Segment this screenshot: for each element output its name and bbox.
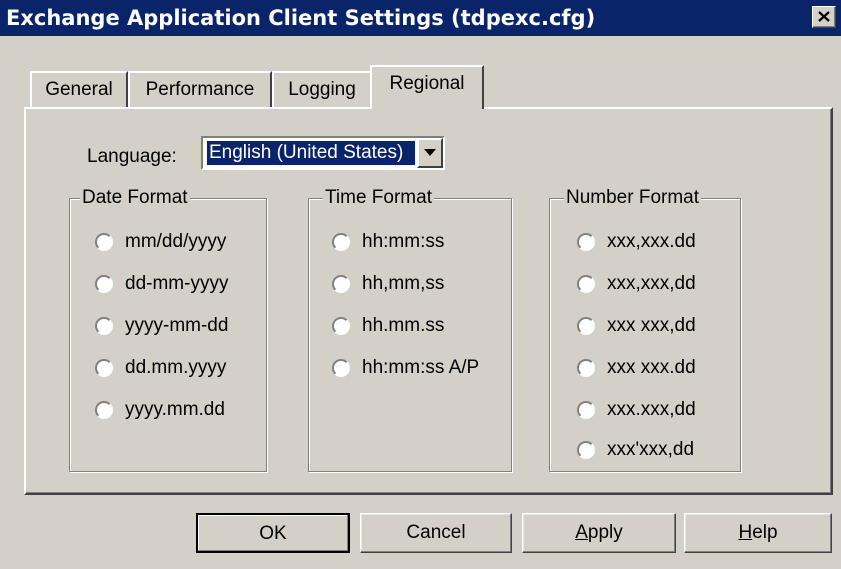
radio-label: xxx xxx,dd <box>607 315 696 336</box>
apply-mnemonic: A <box>575 522 588 543</box>
radio-button[interactable] <box>577 441 595 459</box>
radio-button[interactable] <box>577 359 595 377</box>
radio-label: yyyy.mm.dd <box>125 399 225 420</box>
help-mnemonic: H <box>738 522 753 543</box>
language-select[interactable]: English (United States) <box>201 136 445 170</box>
cancel-button-label: Cancel <box>406 522 466 543</box>
language-dropdown-button[interactable] <box>417 138 443 168</box>
radio-button[interactable] <box>577 233 595 251</box>
cancel-button[interactable]: Cancel <box>360 513 512 553</box>
radio-label: xxx xxx.dd <box>607 357 696 378</box>
radio-label: xxx.xxx,dd <box>607 399 696 420</box>
radio-label: hh:mm:ss <box>362 231 445 252</box>
tab-logging[interactable]: Logging <box>272 71 372 109</box>
radio-button[interactable] <box>95 233 113 251</box>
tab-performance[interactable]: Performance <box>128 71 272 109</box>
radio-button[interactable] <box>95 401 113 419</box>
close-button[interactable] <box>812 6 836 28</box>
tab-logging-label: Logging <box>288 79 356 100</box>
apply-button-label: Apply <box>575 522 623 543</box>
radio-label: xxx,xxx,dd <box>607 273 696 294</box>
tab-regional[interactable]: Regional <box>370 65 484 109</box>
date-format-title: Date Format <box>80 187 190 209</box>
radio-button[interactable] <box>577 275 595 293</box>
number-format-title: Number Format <box>564 187 702 209</box>
radio-button[interactable] <box>332 233 350 251</box>
window-title: Exchange Application Client Settings (td… <box>6 6 596 30</box>
ok-button[interactable]: OK <box>196 513 350 553</box>
radio-label: hh:mm:ss A/P <box>362 357 480 378</box>
tab-general[interactable]: General <box>30 71 128 109</box>
apply-label-rest: pply <box>587 522 623 543</box>
tab-regional-label: Regional <box>389 73 465 94</box>
ok-button-label: OK <box>259 523 287 544</box>
language-select-value: English (United States) <box>206 140 416 166</box>
help-button-label: Help <box>738 522 777 543</box>
apply-button[interactable]: Apply <box>522 513 676 553</box>
radio-button[interactable] <box>95 317 113 335</box>
radio-button[interactable] <box>332 275 350 293</box>
tab-general-label: General <box>45 79 113 100</box>
chevron-down-icon <box>424 149 436 156</box>
radio-button[interactable] <box>577 317 595 335</box>
tab-performance-label: Performance <box>145 79 255 100</box>
help-button[interactable]: Help <box>684 513 832 553</box>
radio-label: mm/dd/yyyy <box>125 231 227 252</box>
radio-button[interactable] <box>95 359 113 377</box>
title-bar: Exchange Application Client Settings (td… <box>0 0 841 36</box>
radio-label: hh.mm.ss <box>362 315 445 336</box>
close-icon <box>818 11 830 22</box>
radio-label: dd.mm.yyyy <box>125 357 227 378</box>
radio-button[interactable] <box>332 359 350 377</box>
radio-label: dd-mm-yyyy <box>125 273 229 294</box>
active-tab-joint <box>372 105 482 111</box>
radio-button[interactable] <box>577 401 595 419</box>
radio-label: hh,mm,ss <box>362 273 445 294</box>
radio-label: xxx'xxx,dd <box>607 439 695 460</box>
radio-button[interactable] <box>332 317 350 335</box>
radio-label: yyyy-mm-dd <box>125 315 229 336</box>
help-label-rest: elp <box>752 522 778 543</box>
time-format-title: Time Format <box>323 187 434 209</box>
radio-label: xxx,xxx.dd <box>607 231 696 252</box>
language-label: Language: <box>87 146 177 167</box>
radio-button[interactable] <box>95 275 113 293</box>
